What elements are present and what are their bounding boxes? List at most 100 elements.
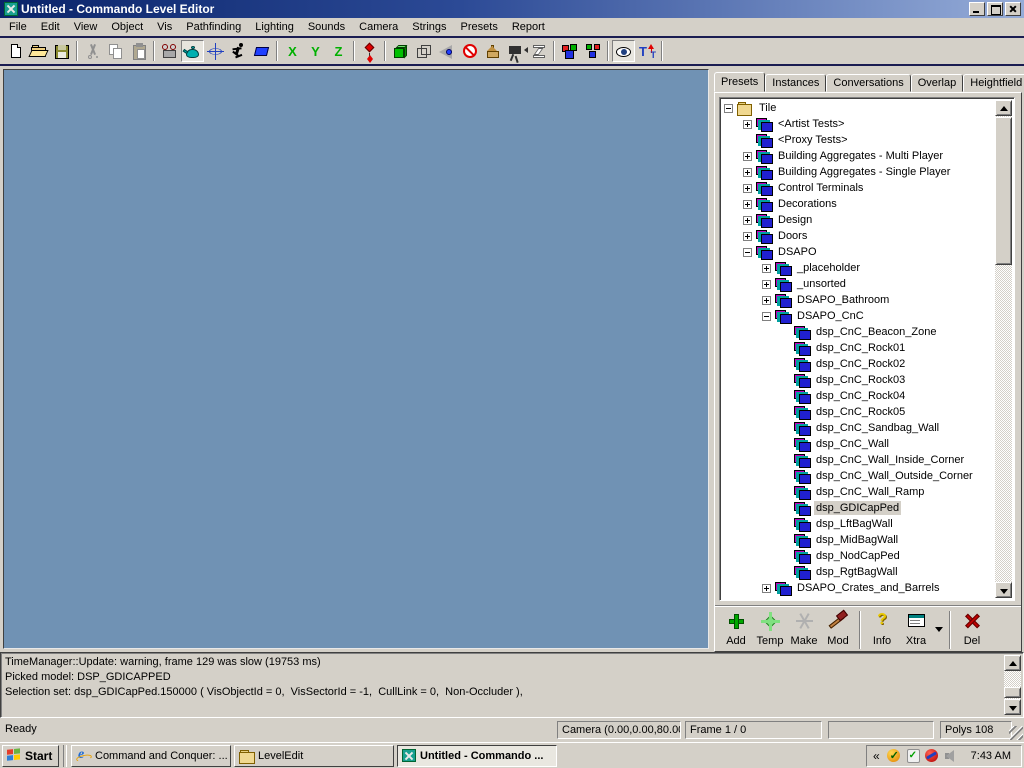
tree-item[interactable]: _unsorted: [722, 276, 995, 292]
tree-item[interactable]: dsp_CnC_Wall_Outside_Corner: [722, 468, 995, 484]
tree-item[interactable]: _placeholder: [722, 260, 995, 276]
open-file-button[interactable]: [27, 40, 50, 62]
tree-item[interactable]: <Artist Tests>: [722, 116, 995, 132]
maximize-button[interactable]: [987, 2, 1003, 16]
tree-item[interactable]: dsp_MidBagWall: [722, 532, 995, 548]
object-mode-button[interactable]: [181, 40, 204, 62]
copy-button[interactable]: [104, 40, 127, 62]
tree-item[interactable]: dsp_CnC_Rock02: [722, 356, 995, 372]
tray-expand-button[interactable]: «: [873, 749, 882, 763]
axis-z-button[interactable]: [327, 40, 350, 62]
new-file-button[interactable]: [4, 40, 27, 62]
xtra-dropdown-button[interactable]: [933, 611, 945, 649]
text-size-button[interactable]: [635, 40, 658, 62]
tree-item[interactable]: dsp_LftBagWall: [722, 516, 995, 532]
walkthrough-mode-button[interactable]: [227, 40, 250, 62]
scroll-up-button[interactable]: [1004, 655, 1021, 671]
tree-scrollbar[interactable]: [995, 100, 1012, 598]
tree-item[interactable]: Building Aggregates - Single Player: [722, 164, 995, 180]
z-polygon-button[interactable]: [527, 40, 550, 62]
group-cubes-button[interactable]: [581, 40, 604, 62]
expand-icon[interactable]: [743, 216, 752, 225]
mod-button[interactable]: Mod: [821, 611, 855, 649]
expand-icon[interactable]: [762, 584, 771, 593]
tab-instances[interactable]: Instances: [765, 74, 826, 92]
taskbar-clock[interactable]: 7:43 AM: [971, 750, 1011, 762]
update-icon[interactable]: [886, 748, 902, 764]
tree-item[interactable]: dsp_CnC_Rock03: [722, 372, 995, 388]
scrollbar-thumb[interactable]: [995, 117, 1012, 265]
save-button[interactable]: [50, 40, 73, 62]
resize-grip[interactable]: [1009, 726, 1023, 740]
menu-view[interactable]: View: [67, 18, 105, 36]
collapse-icon[interactable]: [762, 312, 771, 321]
menu-presets[interactable]: Presets: [454, 18, 505, 36]
vis-camera-button[interactable]: [435, 40, 458, 62]
tree-item[interactable]: Tile: [722, 100, 995, 116]
expand-icon[interactable]: [743, 168, 752, 177]
tree-item[interactable]: dsp_CnC_Wall_Ramp: [722, 484, 995, 500]
menu-lighting[interactable]: Lighting: [248, 18, 301, 36]
taskbar-divider[interactable]: [63, 745, 67, 767]
tree-item[interactable]: <Proxy Tests>: [722, 132, 995, 148]
expand-icon[interactable]: [743, 200, 752, 209]
start-button[interactable]: Start: [2, 745, 59, 767]
axis-y-button[interactable]: [304, 40, 327, 62]
close-button[interactable]: [1005, 2, 1021, 16]
tree-item[interactable]: dsp_CnC_Sandbag_Wall: [722, 420, 995, 436]
tab-heightfield[interactable]: Heightfield: [963, 74, 1024, 92]
eye-toggle-button[interactable]: [612, 40, 635, 62]
minimize-button[interactable]: [969, 2, 985, 16]
paste-button[interactable]: [127, 40, 150, 62]
tree-item[interactable]: dsp_CnC_Wall_Inside_Corner: [722, 452, 995, 468]
task-button[interactable]: Command and Conquer: ...: [71, 745, 231, 767]
tree-item[interactable]: DSAPO_Bathroom: [722, 292, 995, 308]
menu-object[interactable]: Object: [104, 18, 150, 36]
tree-item[interactable]: Decorations: [722, 196, 995, 212]
orbit-mode-button[interactable]: [204, 40, 227, 62]
log-scrollbar[interactable]: [1004, 655, 1021, 715]
tree-item[interactable]: dsp_CnC_Rock04: [722, 388, 995, 404]
scroll-down-button[interactable]: [1004, 699, 1021, 715]
tab-conversations[interactable]: Conversations: [826, 74, 910, 92]
volume-icon[interactable]: [943, 748, 959, 764]
expand-icon[interactable]: [743, 184, 752, 193]
del-button[interactable]: Del: [955, 611, 989, 649]
drop-object-button[interactable]: [358, 40, 381, 62]
tree-item[interactable]: dsp_CnC_Beacon_Zone: [722, 324, 995, 340]
tree-item[interactable]: Doors: [722, 228, 995, 244]
badge-icon[interactable]: [905, 748, 921, 764]
no-occluder-button[interactable]: [458, 40, 481, 62]
scroll-up-button[interactable]: [995, 100, 1012, 116]
add-button[interactable]: Add: [719, 611, 753, 649]
temp-button[interactable]: Temp: [753, 611, 787, 649]
menu-report[interactable]: Report: [505, 18, 552, 36]
cut-button[interactable]: [81, 40, 104, 62]
tree-item[interactable]: dsp_NodCapPed: [722, 548, 995, 564]
tab-presets[interactable]: Presets: [714, 72, 765, 92]
solid-view-button[interactable]: [389, 40, 412, 62]
scrollbar-thumb[interactable]: [1004, 687, 1021, 698]
tree-item[interactable]: dsp_CnC_Rock05: [722, 404, 995, 420]
xtra-button[interactable]: Xtra: [899, 611, 933, 649]
menu-camera[interactable]: Camera: [352, 18, 405, 36]
expand-icon[interactable]: [743, 120, 752, 129]
expand-icon[interactable]: [762, 280, 771, 289]
collapse-icon[interactable]: [743, 248, 752, 257]
menu-edit[interactable]: Edit: [34, 18, 67, 36]
make-button[interactable]: Make: [787, 611, 821, 649]
lift-object-button[interactable]: [481, 40, 504, 62]
tree-item[interactable]: Design: [722, 212, 995, 228]
tree-item[interactable]: Control Terminals: [722, 180, 995, 196]
spectator-camera-button[interactable]: [504, 40, 527, 62]
rgb-cubes-button[interactable]: [558, 40, 581, 62]
task-button[interactable]: Untitled - Commando ...: [397, 745, 557, 767]
camera-mode-button[interactable]: [158, 40, 181, 62]
menu-strings[interactable]: Strings: [405, 18, 453, 36]
expand-icon[interactable]: [762, 296, 771, 305]
expand-icon[interactable]: [762, 264, 771, 273]
tree-item[interactable]: Building Aggregates - Multi Player: [722, 148, 995, 164]
av-icon[interactable]: [924, 748, 940, 764]
wireframe-view-button[interactable]: [412, 40, 435, 62]
tab-overlap[interactable]: Overlap: [911, 74, 964, 92]
